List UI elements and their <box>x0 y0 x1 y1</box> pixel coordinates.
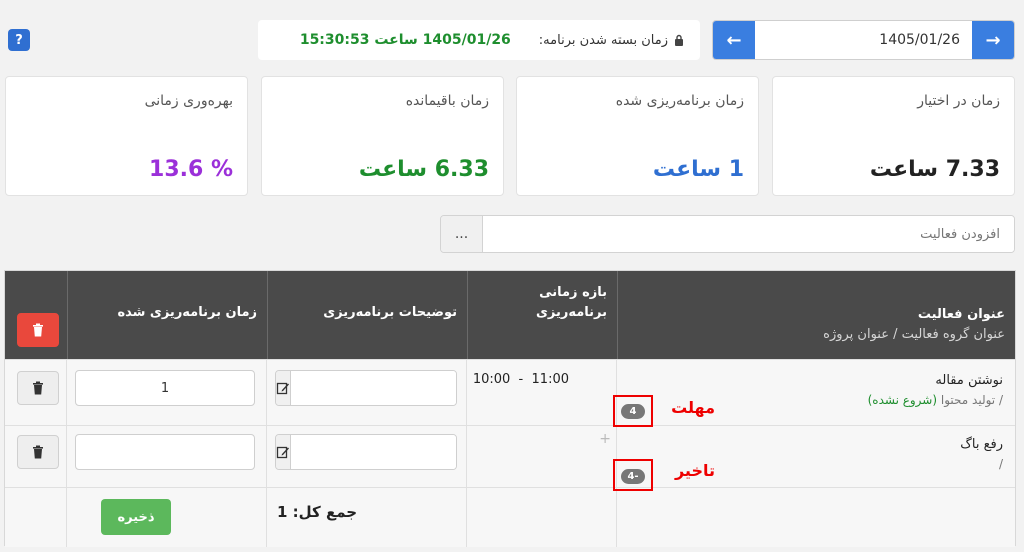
header-activity-title: عنوان فعالیت <box>917 307 1005 322</box>
card-productivity: بهره‌وری زمانی % 13.6 <box>5 76 248 196</box>
trash-icon <box>33 381 43 395</box>
total-planned: جمع کل: 1 <box>277 503 358 521</box>
card-value: 7.33 ساعت <box>869 157 1000 182</box>
header-activity-col: عنوان فعالیت عنوان گروه فعالیت / عنوان پ… <box>617 271 1015 359</box>
highlight-box <box>613 395 653 427</box>
table-header: عنوان فعالیت عنوان گروه فعالیت / عنوان پ… <box>5 271 1015 359</box>
planned-time-input[interactable] <box>75 370 255 406</box>
card-value: 6.33 ساعت <box>358 157 489 182</box>
add-activity-input[interactable] <box>483 216 1014 252</box>
arrow-left-icon: ← <box>726 29 742 51</box>
help-button[interactable]: ? <box>8 29 30 51</box>
description-field-group <box>275 370 457 406</box>
trash-icon <box>33 323 43 337</box>
trash-icon <box>33 445 43 459</box>
header-planned-col: زمان برنامه‌ریزی شده <box>67 271 267 359</box>
delete-all-button[interactable] <box>17 313 59 347</box>
delete-row-button[interactable] <box>17 371 59 405</box>
edit-icon <box>276 382 289 395</box>
card-available-time: زمان در اختیار 7.33 ساعت <box>772 76 1015 196</box>
header-description: توضیحات برنامه‌ریزی <box>323 305 457 320</box>
card-planned-time: زمان برنامه‌ریزی شده 1 ساعت <box>516 76 759 196</box>
prev-day-button[interactable]: ← <box>713 21 755 59</box>
header-activity-subtitle: عنوان گروه فعالیت / عنوان پروژه <box>823 327 1005 342</box>
add-activity-group: ... <box>440 215 1015 253</box>
delete-row-button[interactable] <box>17 435 59 469</box>
description-input[interactable] <box>291 371 456 405</box>
activity-group-name: / تولید محتوا <box>940 393 1003 407</box>
card-title: زمان در اختیار <box>917 93 1000 109</box>
activity-name: نوشتن مقاله <box>935 373 1003 388</box>
highlight-box <box>613 459 653 491</box>
activity-status: (شروع نشده) <box>867 393 938 407</box>
header-time-range-line1: بازه زمانی <box>539 285 607 300</box>
time-from: 10:00 <box>472 372 511 387</box>
help-icon: ? <box>15 32 23 48</box>
date-navigator: ← → <box>712 20 1015 60</box>
date-input[interactable] <box>755 21 972 59</box>
header-planned-time: زمان برنامه‌ریزی شده <box>117 305 257 320</box>
card-remaining-time: زمان باقیمانده 6.33 ساعت <box>261 76 504 196</box>
lock-icon <box>675 34 683 46</box>
header-time-range-col: بازه زمانی برنامه‌ریزی <box>467 271 617 359</box>
activity-group: / تولید محتوا (شروع نشده) <box>868 393 1003 407</box>
card-title: بهره‌وری زمانی <box>144 93 233 109</box>
time-to: 11:00 <box>531 372 569 387</box>
add-time-range-icon[interactable]: + <box>599 431 611 447</box>
card-title: زمان برنامه‌ریزی شده <box>615 93 744 109</box>
activity-name: رفع باگ <box>960 437 1003 452</box>
edit-description-button[interactable] <box>276 371 291 405</box>
activities-table: عنوان فعالیت عنوان گروه فعالیت / عنوان پ… <box>4 270 1016 547</box>
card-value: 1 ساعت <box>652 157 744 182</box>
close-time-box: زمان بسته شدن برنامه: 1405/01/26 ساعت 15… <box>258 20 700 60</box>
card-value: % 13.6 <box>149 157 233 182</box>
card-title: زمان باقیمانده <box>405 93 489 109</box>
header-time-range-line2: برنامه‌ریزی <box>535 305 607 320</box>
close-time-label: زمان بسته شدن برنامه: <box>538 32 668 48</box>
edit-description-button[interactable] <box>276 435 291 469</box>
close-time-value: 1405/01/26 ساعت 15:30:53 <box>299 32 511 48</box>
save-button[interactable]: ذخیره <box>101 499 171 535</box>
activity-group: / <box>998 457 1003 471</box>
delay-annotation: تاخیر <box>674 461 715 480</box>
description-field-group <box>275 434 457 470</box>
description-input[interactable] <box>291 435 456 469</box>
time-range: 10:00 - 11:00 <box>472 372 569 387</box>
deadline-annotation: مهلت <box>671 398 715 417</box>
header-description-col: توضیحات برنامه‌ریزی <box>267 271 467 359</box>
next-day-button[interactable]: → <box>972 21 1014 59</box>
planned-time-input[interactable] <box>75 434 255 470</box>
add-activity-options-button[interactable]: ... <box>441 216 483 252</box>
arrow-right-icon: → <box>985 29 1001 51</box>
edit-icon <box>276 446 289 459</box>
